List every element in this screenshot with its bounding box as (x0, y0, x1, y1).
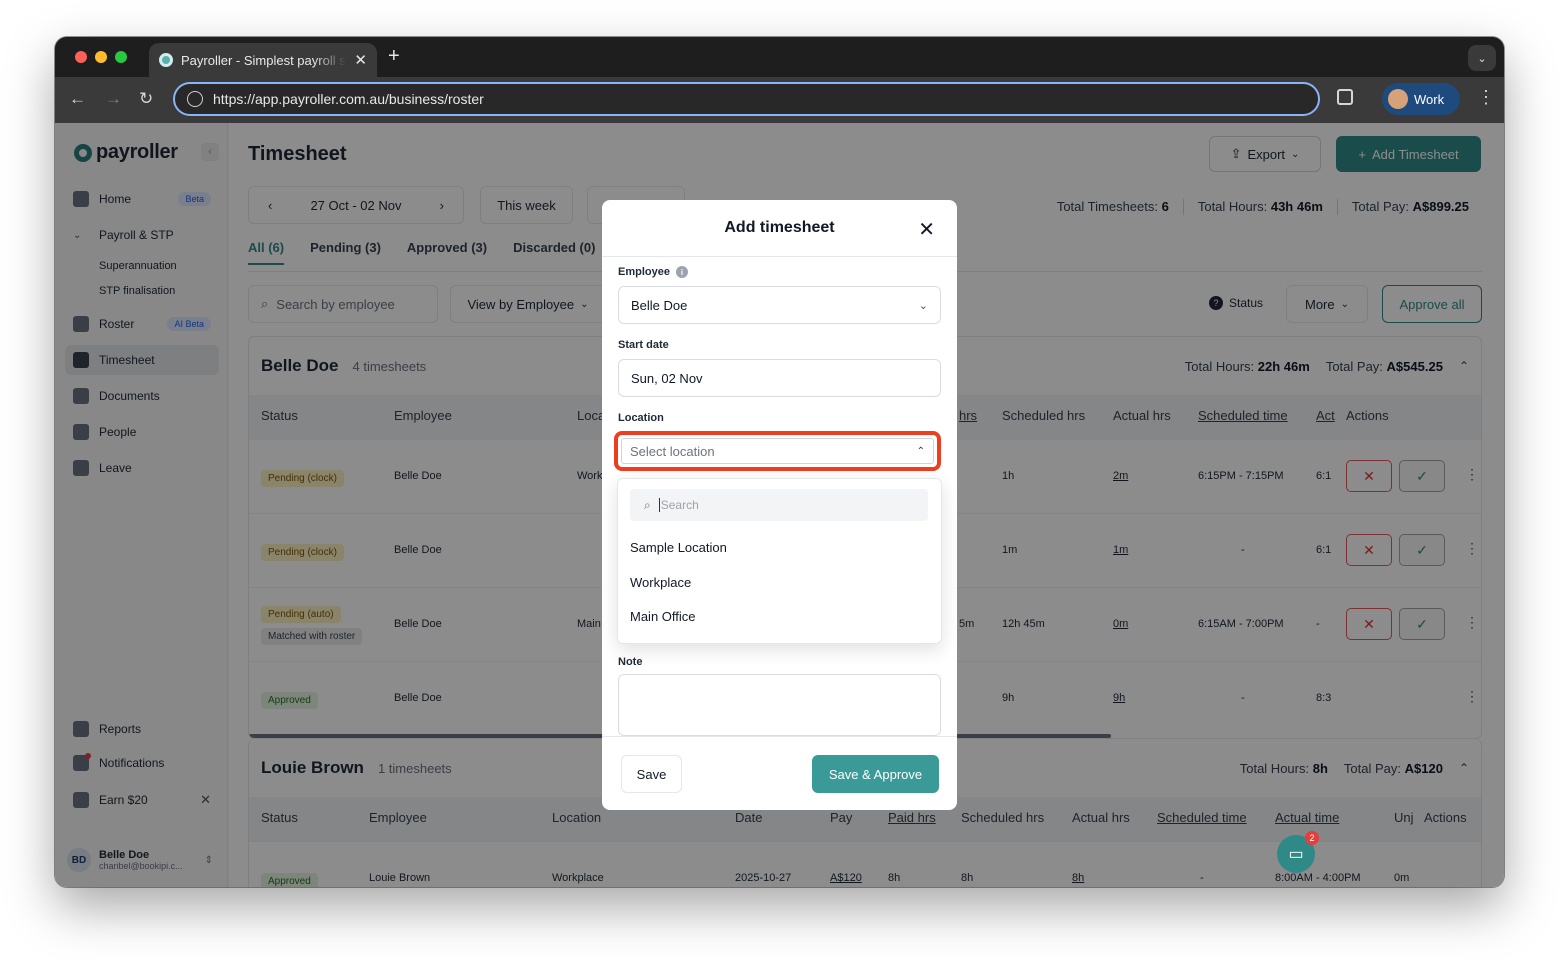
modal-title: Add timesheet (724, 219, 835, 236)
profile-button[interactable]: Work (1382, 83, 1460, 115)
employee-label: Employee i (618, 266, 688, 278)
profile-avatar (1388, 89, 1408, 109)
new-tab-icon[interactable]: + (388, 45, 400, 68)
location-search-input[interactable]: ⌕ Search (630, 489, 928, 521)
browser-window: Payroller - Simplest payroll software ✕ … (55, 37, 1504, 887)
info-icon[interactable]: i (675, 266, 688, 278)
zoom-window-button[interactable] (115, 51, 127, 63)
search-placeholder: Search (658, 498, 699, 512)
location-highlight: Select location ⌃ (614, 431, 941, 471)
close-icon[interactable]: ✕ (918, 217, 935, 242)
payroller-favicon-icon (159, 53, 173, 67)
profile-label: Work (1414, 91, 1445, 107)
location-select[interactable]: Select location ⌃ (621, 438, 934, 464)
tab-title: Payroller - Simplest payroll software (181, 52, 346, 68)
save-button[interactable]: Save (621, 755, 682, 793)
note-label: Note (618, 656, 643, 668)
location-option-main-office[interactable]: Main Office (630, 609, 696, 624)
chevron-down-icon: ⌄ (918, 299, 928, 312)
chat-unread-badge: 2 (1305, 831, 1319, 845)
start-date-label: Start date (618, 339, 669, 351)
close-window-button[interactable] (75, 51, 87, 63)
employee-value: Belle Doe (631, 297, 688, 313)
location-placeholder: Select location (630, 443, 715, 459)
forward-arrow-icon[interactable]: → (105, 89, 122, 109)
tab-search-button[interactable]: ⌄ (1468, 45, 1496, 71)
location-option-workplace[interactable]: Workplace (630, 575, 691, 590)
address-bar[interactable]: https://app.payroller.com.au/business/ro… (173, 82, 1320, 116)
app: payroller ‹ Home Beta ⌄ Payroll & STP Su… (55, 123, 1504, 887)
start-date-value: Sun, 02 Nov (631, 370, 703, 386)
url-text: https://app.payroller.com.au/business/ro… (213, 91, 484, 107)
chevron-up-icon: ⌃ (916, 445, 925, 457)
minimize-window-button[interactable] (95, 51, 107, 63)
modal-footer: Save Save & Approve (602, 736, 957, 810)
tab-strip: Payroller - Simplest payroll software ✕ … (55, 37, 1504, 77)
back-arrow-icon[interactable]: ← (69, 89, 86, 109)
browser-tab[interactable]: Payroller - Simplest payroll software ✕ (149, 43, 377, 77)
site-info-icon[interactable] (187, 91, 203, 107)
add-timesheet-modal: Add timesheet ✕ Employee i Belle Doe ⌄ S… (602, 200, 957, 810)
extensions-icon[interactable] (1337, 89, 1353, 105)
chat-launcher-button[interactable]: ▭ 2 (1277, 831, 1319, 873)
start-date-field[interactable]: Sun, 02 Nov (618, 359, 941, 397)
browser-menu-icon[interactable]: ⋮ (1477, 87, 1495, 108)
save-approve-button[interactable]: Save & Approve (812, 755, 939, 793)
search-icon: ⌕ (644, 497, 651, 512)
note-textarea[interactable] (618, 674, 941, 736)
chat-icon: ▭ (1288, 846, 1304, 863)
location-dropdown: ⌕ Search Sample Location Workplace Main … (617, 478, 942, 644)
browser-toolbar: ← → ↻ https://app.payroller.com.au/busin… (55, 77, 1504, 123)
location-option-sample[interactable]: Sample Location (630, 540, 727, 555)
close-tab-icon[interactable]: ✕ (354, 51, 367, 69)
reload-icon[interactable]: ↻ (139, 89, 153, 109)
location-label: Location (618, 412, 664, 424)
employee-select[interactable]: Belle Doe ⌄ (618, 286, 941, 324)
